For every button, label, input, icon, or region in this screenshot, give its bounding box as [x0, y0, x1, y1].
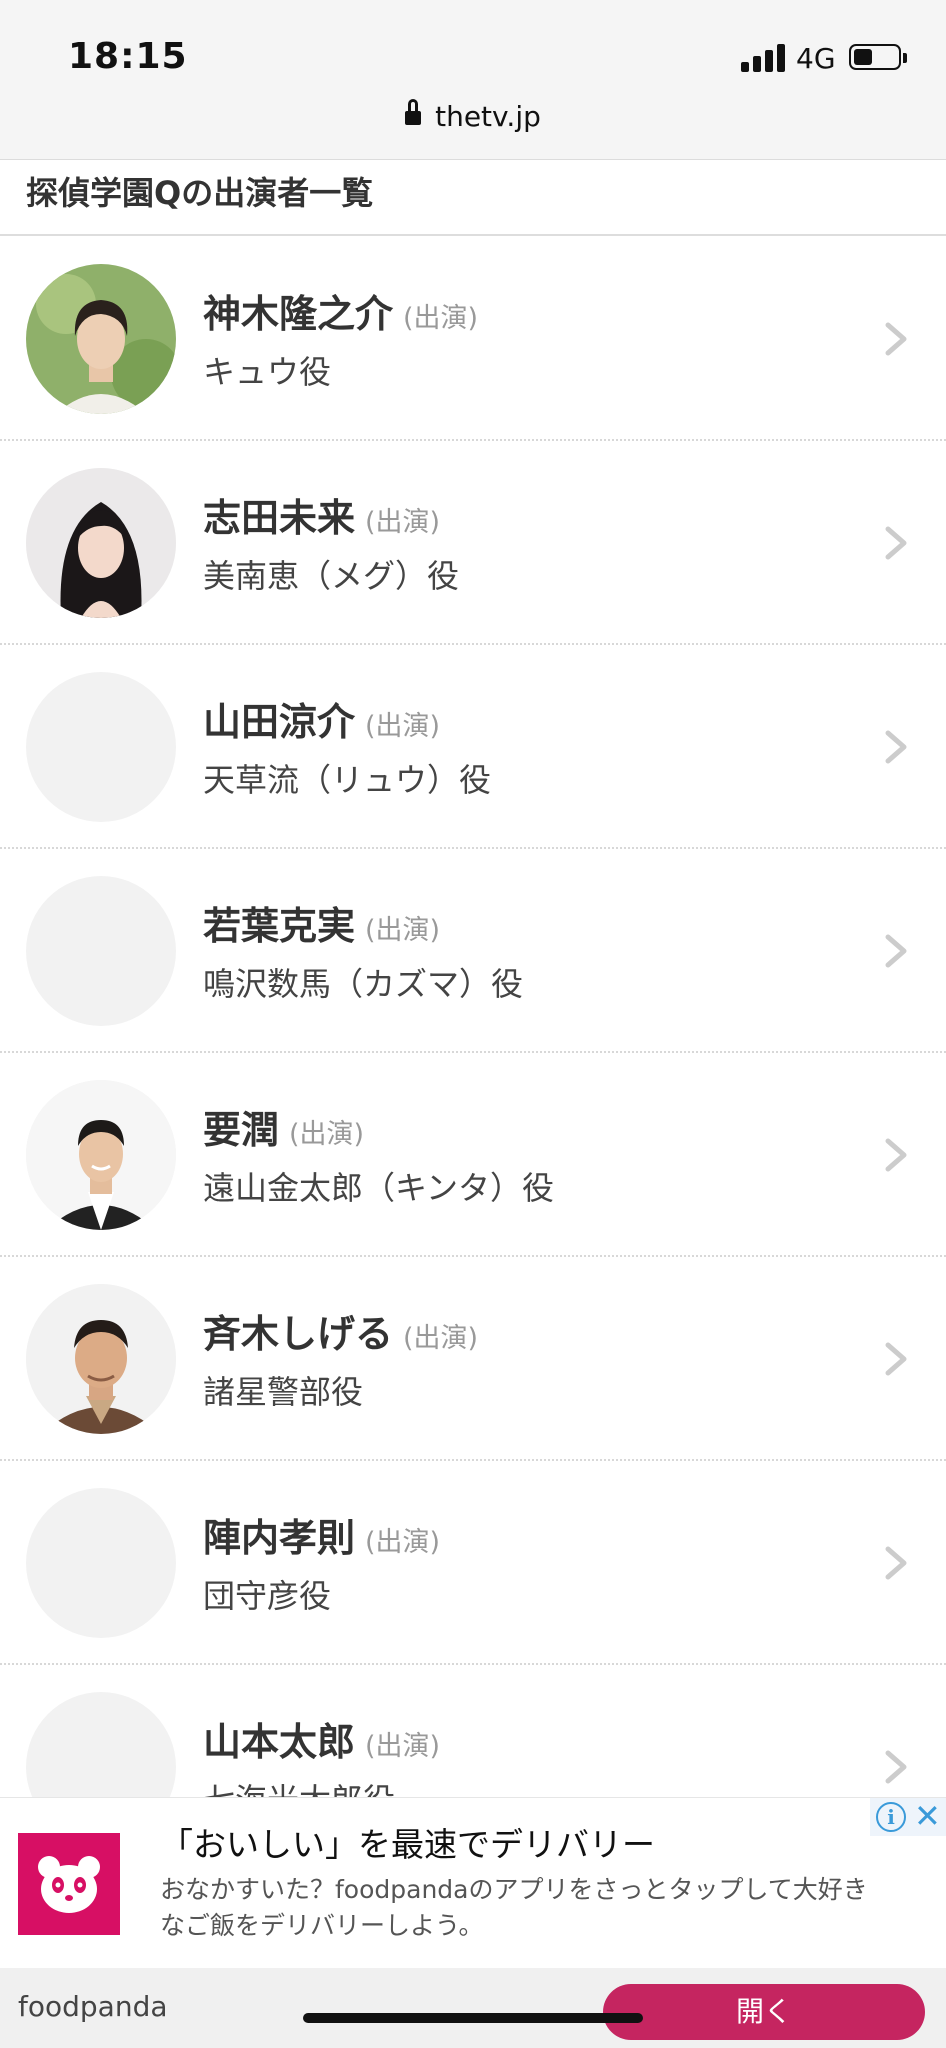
close-icon[interactable]: ✕	[914, 1798, 941, 1834]
signal-strength-icon	[741, 44, 785, 72]
cast-name: 若葉克実	[203, 904, 356, 948]
name-line: 要潤 (出演)	[203, 1099, 364, 1154]
cast-role: 団守彦役	[203, 1577, 332, 1615]
cast-name: 神木隆之介	[203, 292, 394, 336]
lock-icon	[405, 99, 422, 127]
cast-row[interactable]: 陣内孝則 (出演) 団守彦役	[0, 1461, 946, 1665]
cast-name: 要潤	[203, 1108, 280, 1152]
cast-role: 天草流（リュウ）役	[203, 761, 492, 799]
cast-type: (出演)	[365, 1527, 441, 1558]
name-line: 若葉克実 (出演)	[203, 895, 440, 950]
chevron-right-icon	[876, 1135, 916, 1175]
avatar	[26, 1692, 176, 1797]
cast-row[interactable]: 山田涼介 (出演) 天草流（リュウ）役	[0, 645, 946, 849]
cast-role: 七海光太郎役	[203, 1775, 395, 1797]
ad-choices[interactable]: i ✕	[870, 1798, 946, 1836]
browser-top-bar: 18:15 4G thetv.jp	[0, 0, 946, 160]
chevron-right-icon	[876, 319, 916, 359]
cast-type: (出演)	[365, 1731, 441, 1762]
cast-name: 陣内孝則	[203, 1516, 356, 1560]
cast-type: (出演)	[365, 507, 441, 538]
ad-brand: foodpanda	[18, 1990, 168, 2023]
name-line: 斉木しげる (出演)	[203, 1303, 478, 1358]
title-divider	[0, 234, 946, 236]
cast-name: 志田未来	[203, 496, 356, 540]
ad-banner[interactable]: i ✕ 「おいしい」を最速でデリバリー おなかすいた？foodpandaのアプリ…	[0, 1797, 946, 2048]
cast-row[interactable]: 志田未来 (出演) 美南恵（メグ）役	[0, 441, 946, 645]
avatar	[26, 1284, 176, 1434]
name-line: 山田涼介 (出演)	[203, 691, 440, 746]
ad-footer: foodpanda 開く	[0, 1968, 946, 2048]
chevron-right-icon	[876, 1339, 916, 1379]
avatar	[26, 264, 176, 414]
ad-headline[interactable]: 「おいしい」を最速でデリバリー	[160, 1818, 655, 1866]
cast-name: 斉木しげる	[203, 1312, 394, 1356]
name-line: 神木隆之介 (出演)	[203, 283, 478, 338]
cast-list: 神木隆之介 (出演) キュウ役志田未来 (出演) 美南恵（メグ）役山田涼介 (出演) 天草流…	[0, 237, 946, 1797]
cast-type: (出演)	[365, 711, 441, 742]
cast-name: 山田涼介	[203, 700, 356, 744]
foodpanda-logo[interactable]	[18, 1833, 120, 1935]
cast-row[interactable]: 要潤 (出演) 遠山金太郎（キンタ）役	[0, 1053, 946, 1257]
status-time: 18:15	[68, 36, 188, 77]
name-line: 志田未来 (出演)	[203, 487, 440, 542]
network-type: 4G	[796, 42, 836, 75]
cast-role: キュウ役	[203, 353, 332, 391]
home-indicator[interactable]	[303, 2013, 643, 2023]
name-line: 陣内孝則 (出演)	[203, 1507, 440, 1562]
page-title: 探偵学園Qの出演者一覧	[26, 174, 374, 212]
avatar	[26, 672, 176, 822]
chevron-right-icon	[876, 1747, 916, 1787]
cast-row[interactable]: 山本太郎 (出演) 七海光太郎役	[0, 1665, 946, 1797]
avatar	[26, 1488, 176, 1638]
open-app-button[interactable]: 開く	[603, 1984, 925, 2040]
cast-role: 鳴沢数馬（カズマ）役	[203, 965, 524, 1003]
cast-role: 遠山金太郎（キンタ）役	[203, 1169, 555, 1207]
cast-role: 諸星警部役	[203, 1373, 364, 1411]
avatar	[26, 1080, 176, 1230]
cast-row[interactable]: 神木隆之介 (出演) キュウ役	[0, 237, 946, 441]
avatar	[26, 468, 176, 618]
cast-role: 美南恵（メグ）役	[203, 557, 460, 595]
cast-type: (出演)	[289, 1119, 365, 1150]
avatar	[26, 876, 176, 1026]
chevron-right-icon	[876, 1543, 916, 1583]
cast-type: (出演)	[365, 915, 441, 946]
cast-type: (出演)	[403, 1323, 479, 1354]
url-text: thetv.jp	[435, 100, 541, 133]
chevron-right-icon	[876, 727, 916, 767]
chevron-right-icon	[876, 931, 916, 971]
cast-name: 山本太郎	[203, 1720, 356, 1764]
cast-row[interactable]: 斉木しげる (出演) 諸星警部役	[0, 1257, 946, 1461]
battery-icon	[849, 44, 907, 70]
ad-description: おなかすいた？foodpandaのアプリをさっとタップして大好きなご飯をデリバリ…	[160, 1875, 868, 1940]
info-icon[interactable]: i	[876, 1802, 906, 1832]
cast-row[interactable]: 若葉克実 (出演) 鳴沢数馬（カズマ）役	[0, 849, 946, 1053]
cast-type: (出演)	[403, 303, 479, 334]
name-line: 山本太郎 (出演)	[203, 1711, 440, 1766]
address-bar[interactable]: thetv.jp	[0, 99, 946, 133]
chevron-right-icon	[876, 523, 916, 563]
